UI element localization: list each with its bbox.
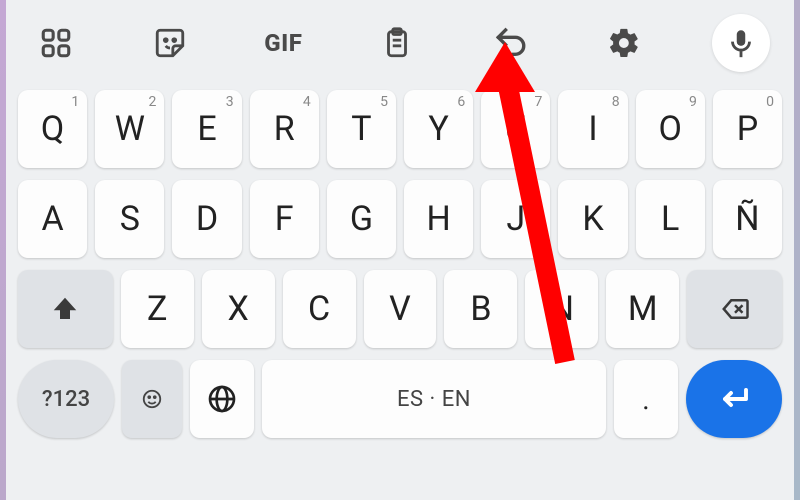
key-s[interactable]: S [95,180,164,258]
key-n[interactable]: N [525,270,598,348]
backspace-key[interactable] [687,270,782,348]
apps-grid-icon[interactable] [30,17,82,69]
key-q[interactable]: 1Q [18,90,87,168]
key-enye[interactable]: Ñ [713,180,782,258]
gif-label: GIF [264,29,302,57]
key-x[interactable]: X [202,270,275,348]
language-key[interactable] [190,360,254,438]
gif-button[interactable]: GIF [257,17,309,69]
sticker-icon[interactable] [144,17,196,69]
key-o[interactable]: 9O [636,90,705,168]
shift-icon [50,294,80,324]
backspace-icon [720,294,750,324]
key-h[interactable]: H [404,180,473,258]
key-a[interactable]: A [18,180,87,258]
period-key[interactable]: . [614,360,678,438]
bottom-row: ?123 ES · EN . [6,360,794,438]
key-i[interactable]: 8I [558,90,627,168]
key-y[interactable]: 6Y [404,90,473,168]
key-rows: 1Q 2W 3E 4R 5T 6Y 7U 8I 9O 0P A S D F G … [6,90,794,348]
key-f[interactable]: F [250,180,319,258]
smiley-icon [141,388,163,410]
settings-gear-icon[interactable] [598,17,650,69]
clipboard-icon[interactable] [371,17,423,69]
key-row-1: 1Q 2W 3E 4R 5T 6Y 7U 8I 9O 0P [18,90,782,168]
enter-icon [716,381,752,417]
microphone-icon[interactable] [712,14,770,72]
key-z[interactable]: Z [121,270,194,348]
key-j[interactable]: J [481,180,550,258]
shift-key[interactable] [18,270,113,348]
key-row-3: Z X C V B N M [18,270,782,348]
key-k[interactable]: K [558,180,627,258]
key-p[interactable]: 0P [713,90,782,168]
key-c[interactable]: C [283,270,356,348]
space-key[interactable]: ES · EN [262,360,606,438]
key-g[interactable]: G [327,180,396,258]
keyboard-panel: GIF 1Q 2W 3E 4R 5T 6Y 7U 8I 9O 0P A [6,0,794,500]
key-l[interactable]: L [636,180,705,258]
keyboard-toolbar: GIF [6,0,794,90]
key-r[interactable]: 4R [250,90,319,168]
key-m[interactable]: M [606,270,679,348]
key-d[interactable]: D [172,180,241,258]
undo-icon[interactable] [485,17,537,69]
enter-key[interactable] [686,360,782,438]
globe-icon [206,383,238,415]
symbols-key[interactable]: ?123 [18,360,114,438]
key-b[interactable]: B [444,270,517,348]
key-t[interactable]: 5T [327,90,396,168]
key-w[interactable]: 2W [95,90,164,168]
emoji-key[interactable] [122,360,182,438]
key-row-2: A S D F G H J K L Ñ [18,180,782,258]
key-u[interactable]: 7U [481,90,550,168]
key-e[interactable]: 3E [172,90,241,168]
key-v[interactable]: V [364,270,437,348]
